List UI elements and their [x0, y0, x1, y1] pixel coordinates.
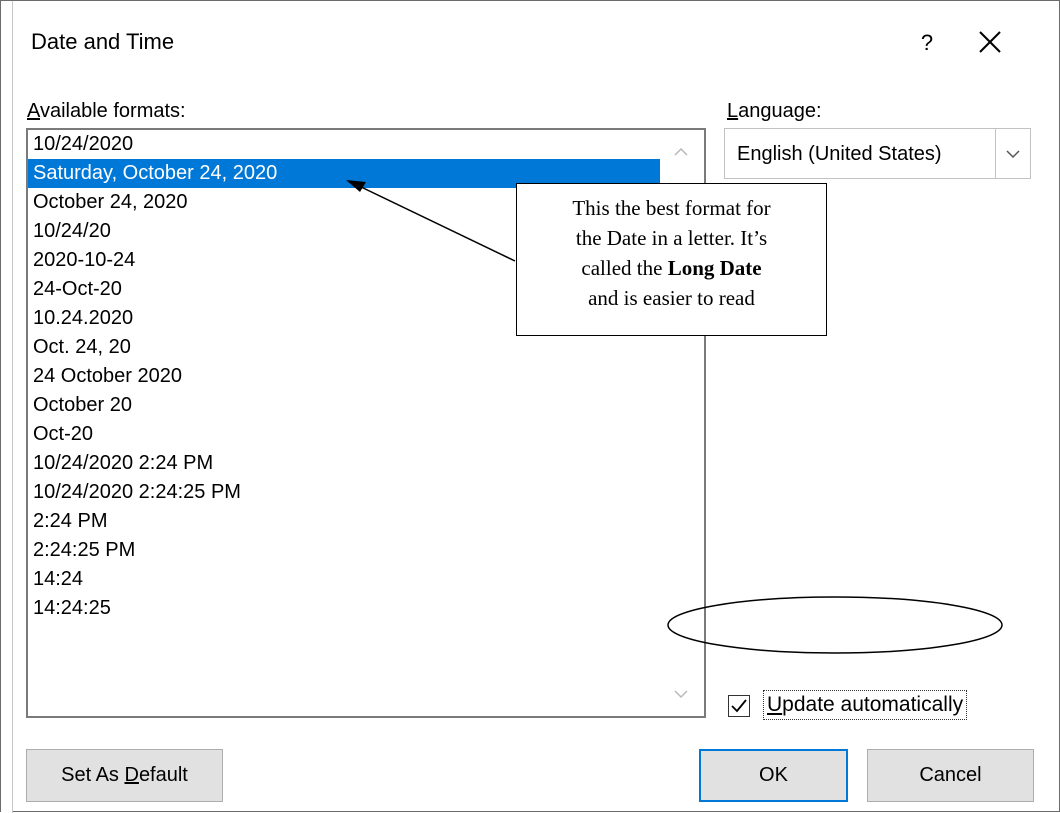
list-item[interactable]: October 20: [28, 391, 704, 420]
help-button[interactable]: ?: [909, 23, 945, 63]
update-label-accel: U: [767, 693, 783, 716]
title-bar: Date and Time ?: [12, 1, 1059, 87]
available-formats-label: Available formats:: [27, 100, 186, 123]
callout-line-2: the Date in a letter. It’s: [575, 226, 768, 250]
language-label-text: anguage:: [738, 100, 822, 122]
list-item[interactable]: 24 October 2020: [28, 362, 704, 391]
list-item[interactable]: 2:24 PM: [28, 507, 704, 536]
list-item[interactable]: 10/24/2020 2:24:25 PM: [28, 478, 704, 507]
update-automatically-checkbox[interactable]: [728, 695, 750, 717]
chevron-down-icon: [674, 690, 688, 699]
set-default-accel: D: [124, 764, 139, 786]
language-dropdown-button[interactable]: [995, 129, 1030, 178]
set-default-text-post: efault: [138, 764, 188, 786]
date-time-dialog: Date and Time ? Available formats: 10/24…: [0, 0, 1060, 813]
list-item[interactable]: 2:24:25 PM: [28, 536, 704, 565]
annotation-callout: This the best format for the Date in a l…: [516, 183, 827, 336]
callout-bold-text: Long Date: [667, 256, 762, 280]
list-item[interactable]: 10/24/2020: [28, 130, 704, 159]
language-label-accel: L: [727, 100, 739, 122]
cancel-button[interactable]: Cancel: [867, 749, 1034, 802]
language-value: English (United States): [737, 143, 942, 165]
close-button[interactable]: [964, 23, 1016, 63]
callout-line-3-text: called the: [581, 256, 668, 280]
list-item[interactable]: 10/24/2020 2:24 PM: [28, 449, 704, 478]
chevron-up-icon: [674, 147, 688, 156]
checkmark-icon: [731, 699, 747, 713]
scroll-up-arrow[interactable]: [672, 144, 690, 158]
background-window-edge: [1, 1, 13, 813]
callout-line-4: and is easier to read: [588, 286, 755, 310]
chevron-down-icon: [1006, 149, 1020, 158]
update-automatically-label[interactable]: Update automatically: [763, 690, 968, 720]
callout-line-1: This the best format for: [572, 196, 771, 220]
available-formats-label-text: vailable formats:: [39, 100, 186, 122]
dialog-title: Date and Time: [31, 29, 175, 54]
callout-line-3: called the Long Date: [517, 253, 826, 283]
list-item[interactable]: Oct. 24, 20: [28, 333, 704, 362]
set-as-default-button[interactable]: Set As Default: [26, 749, 223, 802]
language-select[interactable]: English (United States): [724, 128, 1031, 179]
set-default-text-pre: Set As: [61, 764, 125, 786]
scroll-down-arrow[interactable]: [672, 688, 690, 702]
list-item[interactable]: Oct-20: [28, 420, 704, 449]
list-item[interactable]: 14:24: [28, 565, 704, 594]
close-icon: [979, 31, 1001, 53]
list-item[interactable]: 14:24:25: [28, 594, 704, 623]
ok-button[interactable]: OK: [699, 749, 848, 802]
language-label: Language:: [727, 100, 822, 123]
available-formats-label-accel: A: [27, 100, 40, 122]
update-label-text: pdate automatically: [782, 693, 964, 716]
